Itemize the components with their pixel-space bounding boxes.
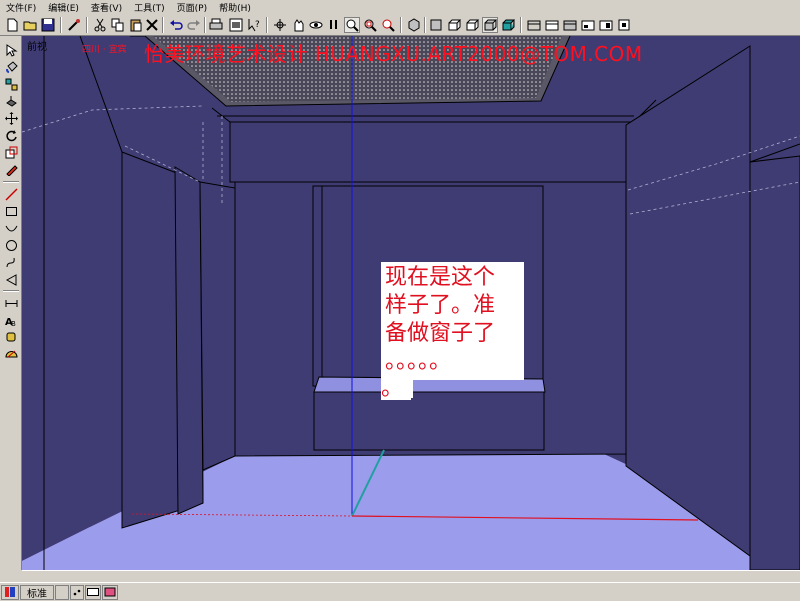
push-pull-icon[interactable] (3, 93, 19, 109)
line-icon[interactable] (3, 186, 19, 202)
left-view-icon[interactable] (500, 17, 516, 33)
menu-file[interactable]: 文件(F) (6, 1, 36, 14)
back-view-icon[interactable] (482, 17, 498, 33)
redo-icon[interactable] (186, 17, 202, 33)
model-viewport[interactable]: 前视 四川 · 宜宾 怡美环境艺术设计 HUANGXU.ART2000@TOM.… (22, 36, 800, 570)
zoom-window-icon[interactable] (362, 17, 378, 33)
ime-help-icon[interactable] (102, 584, 118, 600)
tape-measure-icon[interactable] (3, 329, 19, 345)
svg-text:?: ? (255, 20, 260, 30)
pan-icon[interactable] (290, 17, 306, 33)
ime-logo-icon[interactable] (1, 584, 19, 600)
print-icon[interactable] (208, 17, 224, 33)
ime-mode-button[interactable]: 标准 (20, 584, 54, 600)
new-file-icon[interactable] (4, 17, 20, 33)
make-component-icon[interactable] (66, 17, 82, 33)
right-view-icon[interactable] (464, 17, 480, 33)
ime-bar: 标准 (0, 582, 800, 601)
cut-icon[interactable] (92, 17, 108, 33)
erase-icon[interactable] (144, 17, 160, 33)
freehand-icon[interactable] (3, 254, 19, 270)
menu-help[interactable]: 帮助(H) (219, 1, 251, 14)
save-icon[interactable] (40, 17, 56, 33)
undo-icon[interactable] (168, 17, 184, 33)
eraser-icon[interactable] (3, 161, 19, 177)
note-line-last: 。 (381, 378, 411, 400)
walk-icon[interactable] (308, 17, 324, 33)
note-line: 样子了。准 (385, 293, 496, 318)
arc-icon[interactable] (3, 220, 19, 236)
scale-icon[interactable] (3, 144, 19, 160)
open-folder-icon[interactable] (22, 17, 38, 33)
shaded-texture-icon[interactable] (580, 17, 596, 33)
location-text: 四川 · 宜宾 (82, 45, 127, 55)
protractor-icon[interactable] (3, 346, 19, 362)
polygon-icon[interactable] (3, 271, 19, 287)
punctuation-icon[interactable] (70, 584, 84, 600)
zoom-icon[interactable] (344, 17, 360, 33)
dimension-icon[interactable] (3, 295, 19, 311)
help-icon[interactable]: ? (246, 17, 262, 33)
model-info-icon[interactable] (228, 17, 244, 33)
component-icon[interactable] (3, 76, 19, 92)
layer-icon[interactable] (616, 17, 632, 33)
rotate-icon[interactable] (3, 127, 19, 143)
hidden-line-icon[interactable] (544, 17, 560, 33)
horizontal-scrollbar[interactable] (22, 570, 800, 581)
paste-icon[interactable] (128, 17, 144, 33)
menu-page[interactable]: 页面(P) (177, 1, 207, 14)
look-around-icon[interactable] (326, 17, 342, 33)
shaded-icon[interactable] (562, 17, 578, 33)
text-icon[interactable]: AB (3, 312, 19, 328)
annotation-note: 现在是这个 样子了。准 备做窗子了 。。。。。 (381, 262, 524, 380)
keyboard-icon[interactable] (85, 584, 101, 600)
watermark-text: 怡美环境艺术设计 HUANGXU.ART2000@TOM.COM (144, 42, 643, 66)
move-icon[interactable] (3, 110, 19, 126)
orbit-icon[interactable] (272, 17, 288, 33)
circle-icon[interactable] (3, 237, 19, 253)
svg-text:B: B (11, 320, 16, 327)
note-line: 。。。。。 (385, 349, 452, 374)
menu-tools[interactable]: 工具(T) (134, 1, 165, 14)
note-line: 现在是这个 (385, 265, 496, 290)
wireframe-icon[interactable] (526, 17, 542, 33)
half-width-icon[interactable] (55, 584, 69, 600)
front-view-icon[interactable] (446, 17, 462, 33)
top-view-icon[interactable] (428, 17, 444, 33)
menu-bar: 文件(F) 编辑(E) 查看(V) 工具(T) 页面(P) 帮助(H) (0, 0, 800, 14)
menu-edit[interactable]: 编辑(E) (48, 1, 79, 14)
main-toolbar: ? (0, 14, 800, 36)
copy-icon[interactable] (110, 17, 126, 33)
paint-bucket-icon[interactable] (3, 59, 19, 75)
note-line: 备做窗子了 (385, 321, 496, 346)
select-icon[interactable] (3, 42, 19, 58)
drawing-toolbar: AB (0, 36, 22, 570)
rectangle-icon[interactable] (3, 203, 19, 219)
zoom-extents-icon[interactable] (380, 17, 396, 33)
iso-view-icon[interactable] (406, 17, 422, 33)
menu-view[interactable]: 查看(V) (91, 1, 122, 14)
xray-icon[interactable] (598, 17, 614, 33)
view-name-label: 前视 (27, 42, 47, 53)
